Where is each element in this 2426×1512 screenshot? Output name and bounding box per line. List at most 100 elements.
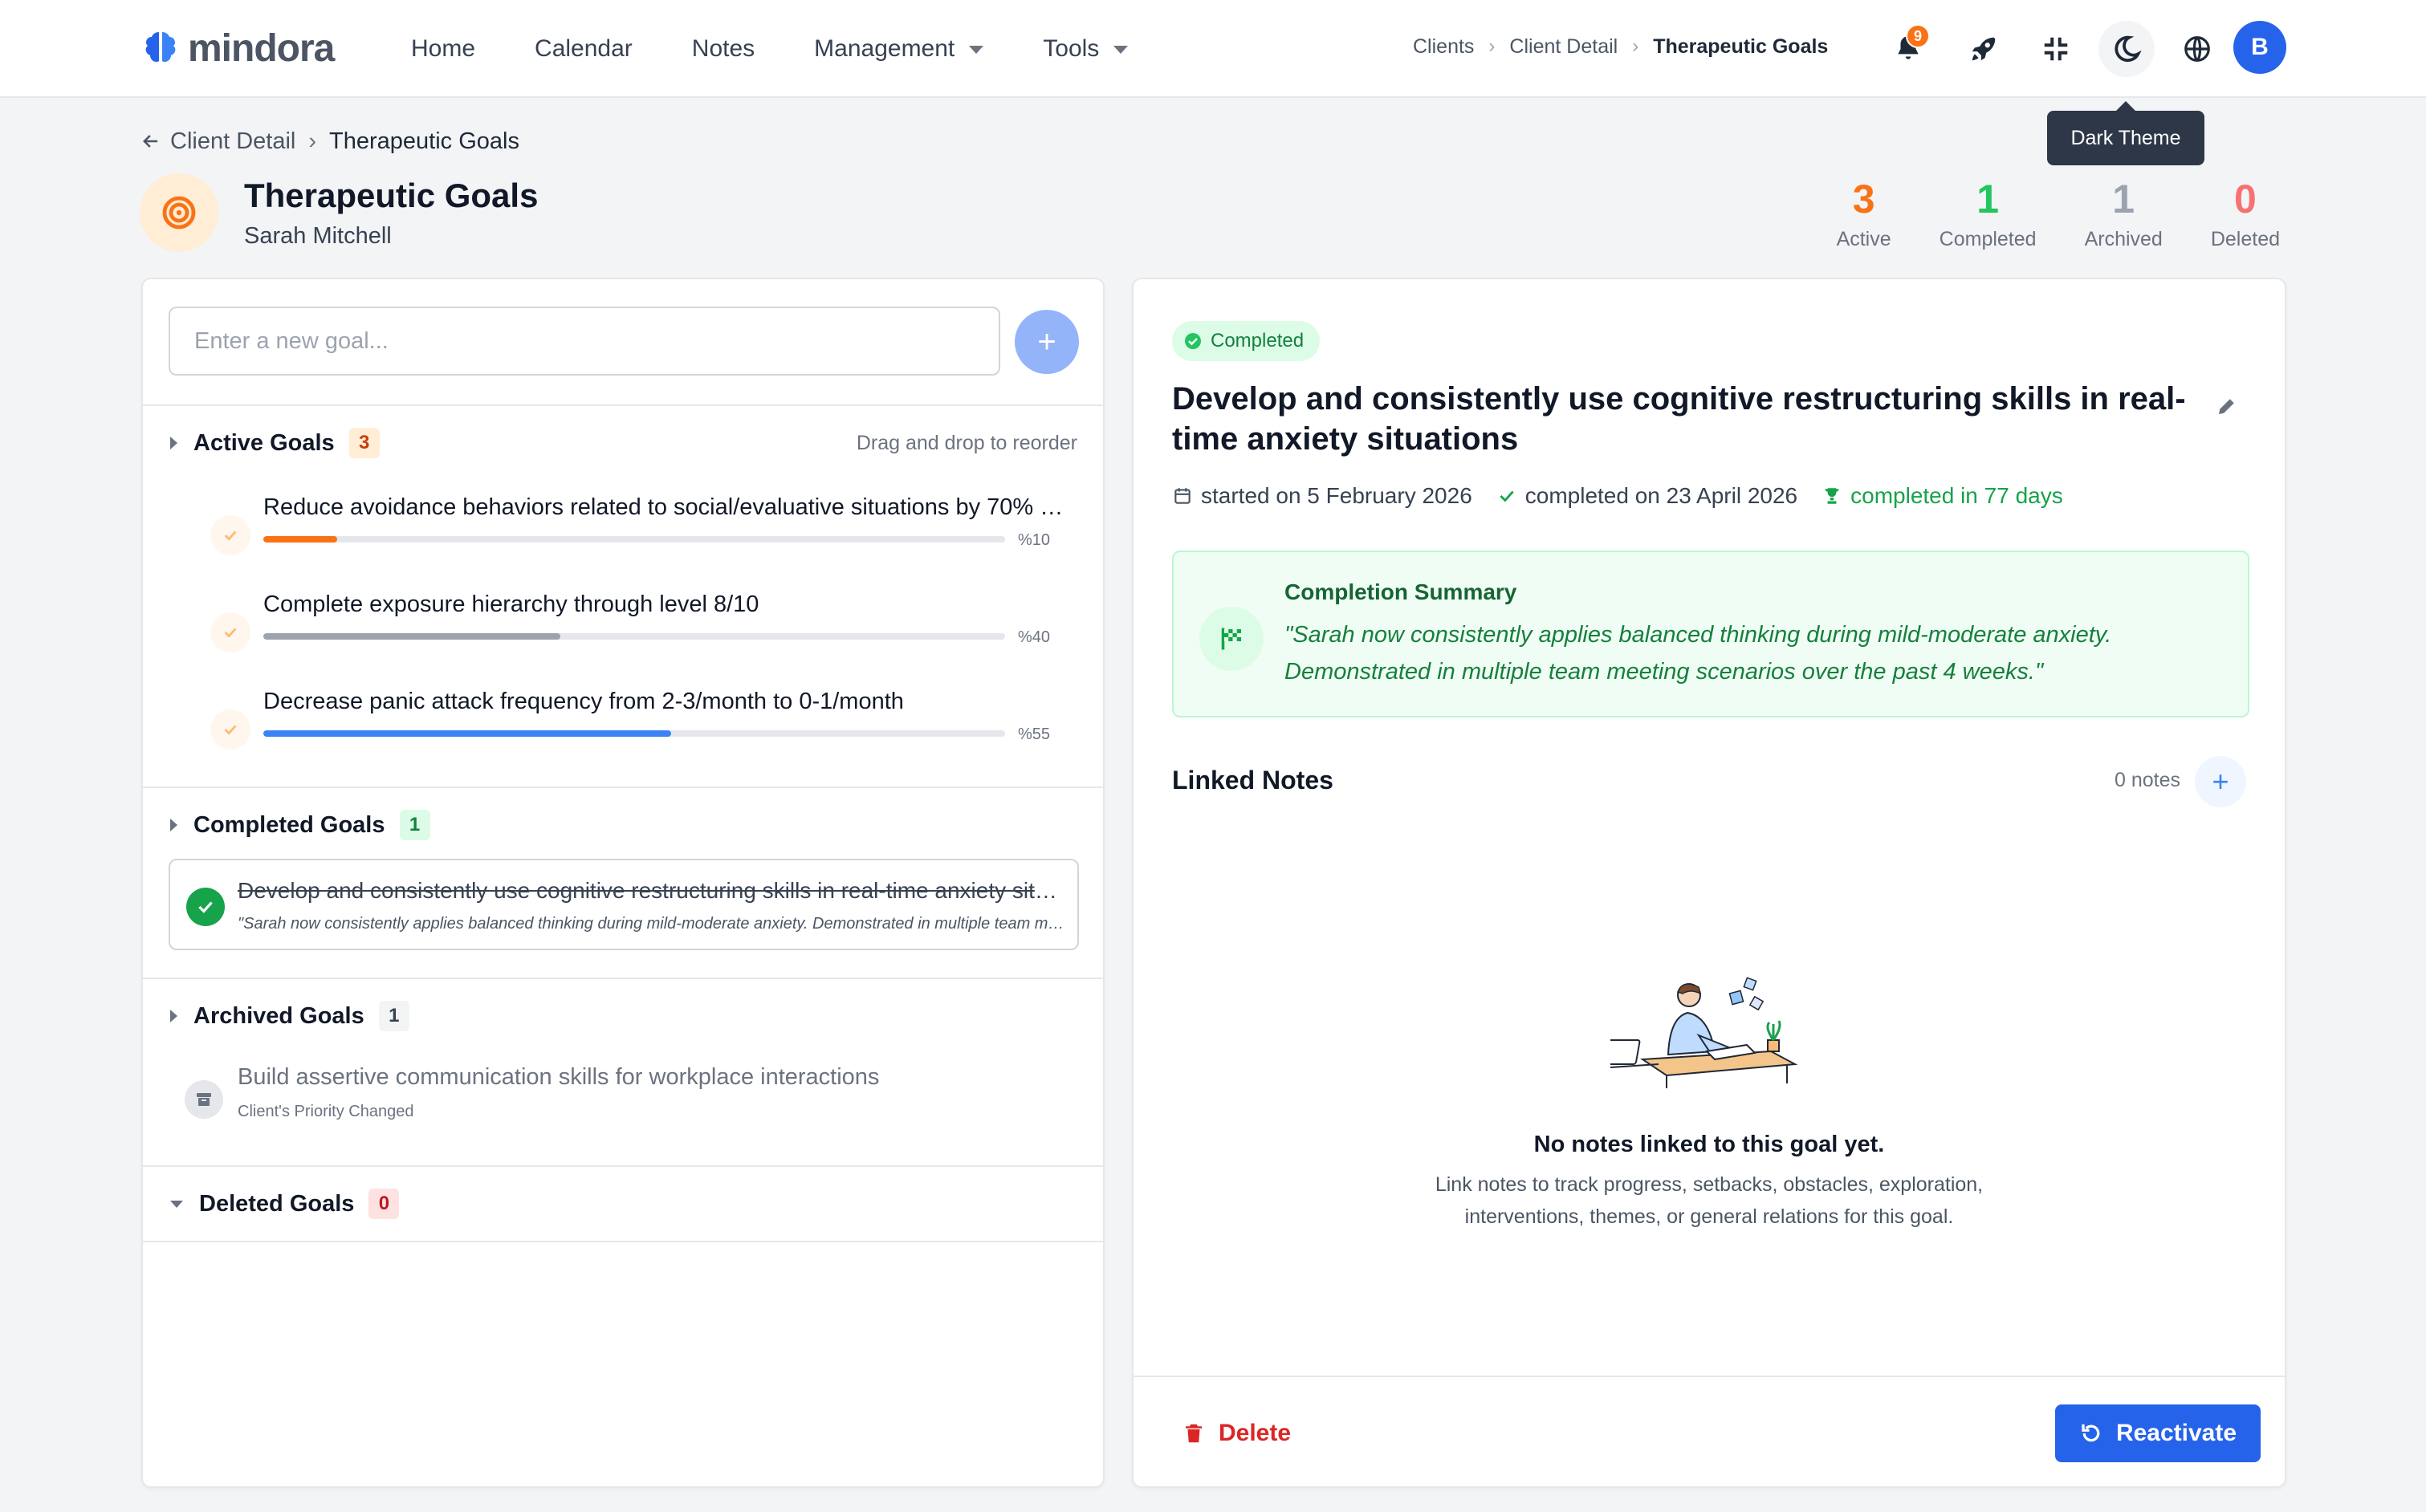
detail-footer: Delete Reactivate [1134,1376,2285,1486]
chevron-down-icon [969,46,984,54]
completed-goals-title: Completed Goals [193,811,385,838]
stat-deleted-label: Deleted [2210,228,2280,250]
active-goal-item[interactable]: Reduce avoidance behaviors related to so… [210,494,1077,559]
app-name: mindora [188,26,335,70]
reactivate-goal-button[interactable]: Reactivate [2055,1404,2261,1462]
deleted-goals-section: Deleted Goals 0 [143,1165,1103,1242]
goal-check-circle[interactable] [210,612,250,652]
notification-count-badge: 9 [1906,24,1930,48]
whats-new-button[interactable] [1956,21,2012,77]
stat-archived[interactable]: 1 Archived [2085,175,2163,251]
plus-icon: + [1037,323,1056,360]
link-note-button[interactable]: + [2195,756,2246,807]
pencil-icon [2219,399,2234,414]
dark-theme-button[interactable] [2098,21,2155,77]
add-goal-button[interactable]: + [1015,310,1079,374]
plus-icon: + [2212,765,2229,798]
stat-active-value: 3 [1852,177,1875,222]
goal-progress-bar [263,730,1005,737]
edit-goal-button[interactable] [2209,388,2245,424]
nav-calendar[interactable]: Calendar [535,35,633,63]
app-logo[interactable]: mindora [140,24,335,72]
completed-goal-item[interactable]: Develop and consistently use cognitive r… [169,859,1079,950]
crumb-client-detail[interactable]: Client Detail [1509,35,1618,59]
stat-archived-value: 1 [2112,177,2135,222]
stat-completed-value: 1 [1976,177,2000,222]
caret-down-icon [170,1200,183,1208]
stat-completed[interactable]: 1 Completed [1940,175,2037,251]
archive-box-icon [197,1093,211,1106]
archived-goals-header[interactable]: Archived Goals 1 [170,1000,409,1032]
crumb-clients[interactable]: Clients [1413,35,1474,59]
nav-home-label: Home [411,35,476,62]
nav-tools[interactable]: Tools [1043,35,1129,63]
page-breadcrumb: Client Detail › Therapeutic Goals [140,125,519,157]
person-writing-illustration [1610,977,1798,1088]
goal-progress-bar [263,536,1005,543]
goal-status-text: Completed [1211,330,1305,352]
page-crumb-current: Therapeutic Goals [329,128,519,154]
completed-goals-section: Completed Goals 1 Develop and consistent… [143,786,1103,979]
check-icon [198,901,213,913]
notifications-button[interactable]: 9 [1880,21,1936,77]
goal-progress-fill [263,536,338,543]
reactivate-label: Reactivate [2115,1420,2237,1446]
fullscreen-toggle-button[interactable] [2028,21,2084,77]
drag-hint: Drag and drop to reorder [856,432,1077,454]
active-goals-header[interactable]: Active Goals 3 [170,427,380,459]
goal-progress-label: %40 [1018,628,1051,646]
top-navbar: mindora Home Calendar Notes Management T… [0,0,2426,98]
arrow-left-icon[interactable] [140,130,162,152]
stat-completed-label: Completed [1939,228,2037,250]
completed-goals-count: 1 [399,810,430,840]
goals-header-icon [140,173,218,252]
goal-completed-text: completed on 23 April 2026 [1524,483,1798,508]
chevron-down-icon [1113,46,1129,54]
chevron-right-icon: › [308,128,317,154]
delete-goal-button[interactable]: Delete [1182,1404,1291,1462]
goal-completed-date: completed on 23 April 2026 [1496,483,1797,509]
goal-started: started on 5 February 2026 [1172,483,1472,509]
checkered-flag-icon [1221,628,1241,650]
new-goal-input[interactable] [169,307,1000,376]
nav-notes[interactable]: Notes [692,35,755,63]
dark-theme-tooltip: Dark Theme [2047,101,2204,165]
goal-progress-label: %55 [1018,726,1051,743]
deleted-goals-header[interactable]: Deleted Goals 0 [170,1188,400,1220]
completed-check-circle [186,888,225,926]
active-goals-section: Active Goals 3 Drag and drop to reorder … [143,404,1103,790]
check-icon [1500,490,1514,502]
chevron-right-icon: › [1488,35,1496,57]
language-button[interactable] [2169,21,2225,77]
goal-status-badge: Completed [1172,321,1321,361]
back-to-client-detail[interactable]: Client Detail [170,128,295,155]
completed-goals-header[interactable]: Completed Goals 1 [170,809,430,841]
active-goal-item[interactable]: Decrease panic attack frequency from 2-3… [210,689,1077,753]
completed-goal-summary: "Sarah now consistently applies balanced… [238,915,1064,933]
check-icon [224,628,237,638]
archived-goals-title: Archived Goals [193,1002,364,1029]
nav-management[interactable]: Management [814,35,984,63]
goal-check-circle[interactable] [210,709,250,750]
nav-home[interactable]: Home [411,35,475,63]
goal-check-circle[interactable] [210,515,250,555]
goal-meta-row: started on 5 February 2026 completed on … [1172,480,2087,512]
target-icon [162,196,196,230]
calendar-icon [1174,488,1191,504]
active-goal-item[interactable]: Complete exposure hierarchy through leve… [210,591,1077,656]
goal-detail-panel: Completed Develop and consistently use c… [1132,278,2286,1488]
goal-stats: 3 Active 1 Completed 1 Archived 0 Delete… [1789,175,2280,251]
compress-icon [2044,37,2068,61]
stat-deleted[interactable]: 0 Deleted [2211,175,2280,251]
stat-active[interactable]: 3 Active [1837,175,1891,251]
goal-progress-label: %10 [1018,531,1051,549]
deleted-goals-count: 0 [368,1189,400,1219]
header-breadcrumb: Clients › Client Detail › Therapeutic Go… [1413,32,1828,61]
linked-notes-count: 0 notes [2115,769,2181,791]
archived-goals-count: 1 [378,1001,409,1031]
check-icon [224,530,237,541]
user-avatar[interactable]: B [2233,21,2286,74]
goal-detail-title: Develop and consistently use cognitive r… [1172,381,2186,457]
delete-label: Delete [1219,1420,1292,1446]
completion-summary-box: Completion Summary "Sarah now consistent… [1172,551,2249,717]
